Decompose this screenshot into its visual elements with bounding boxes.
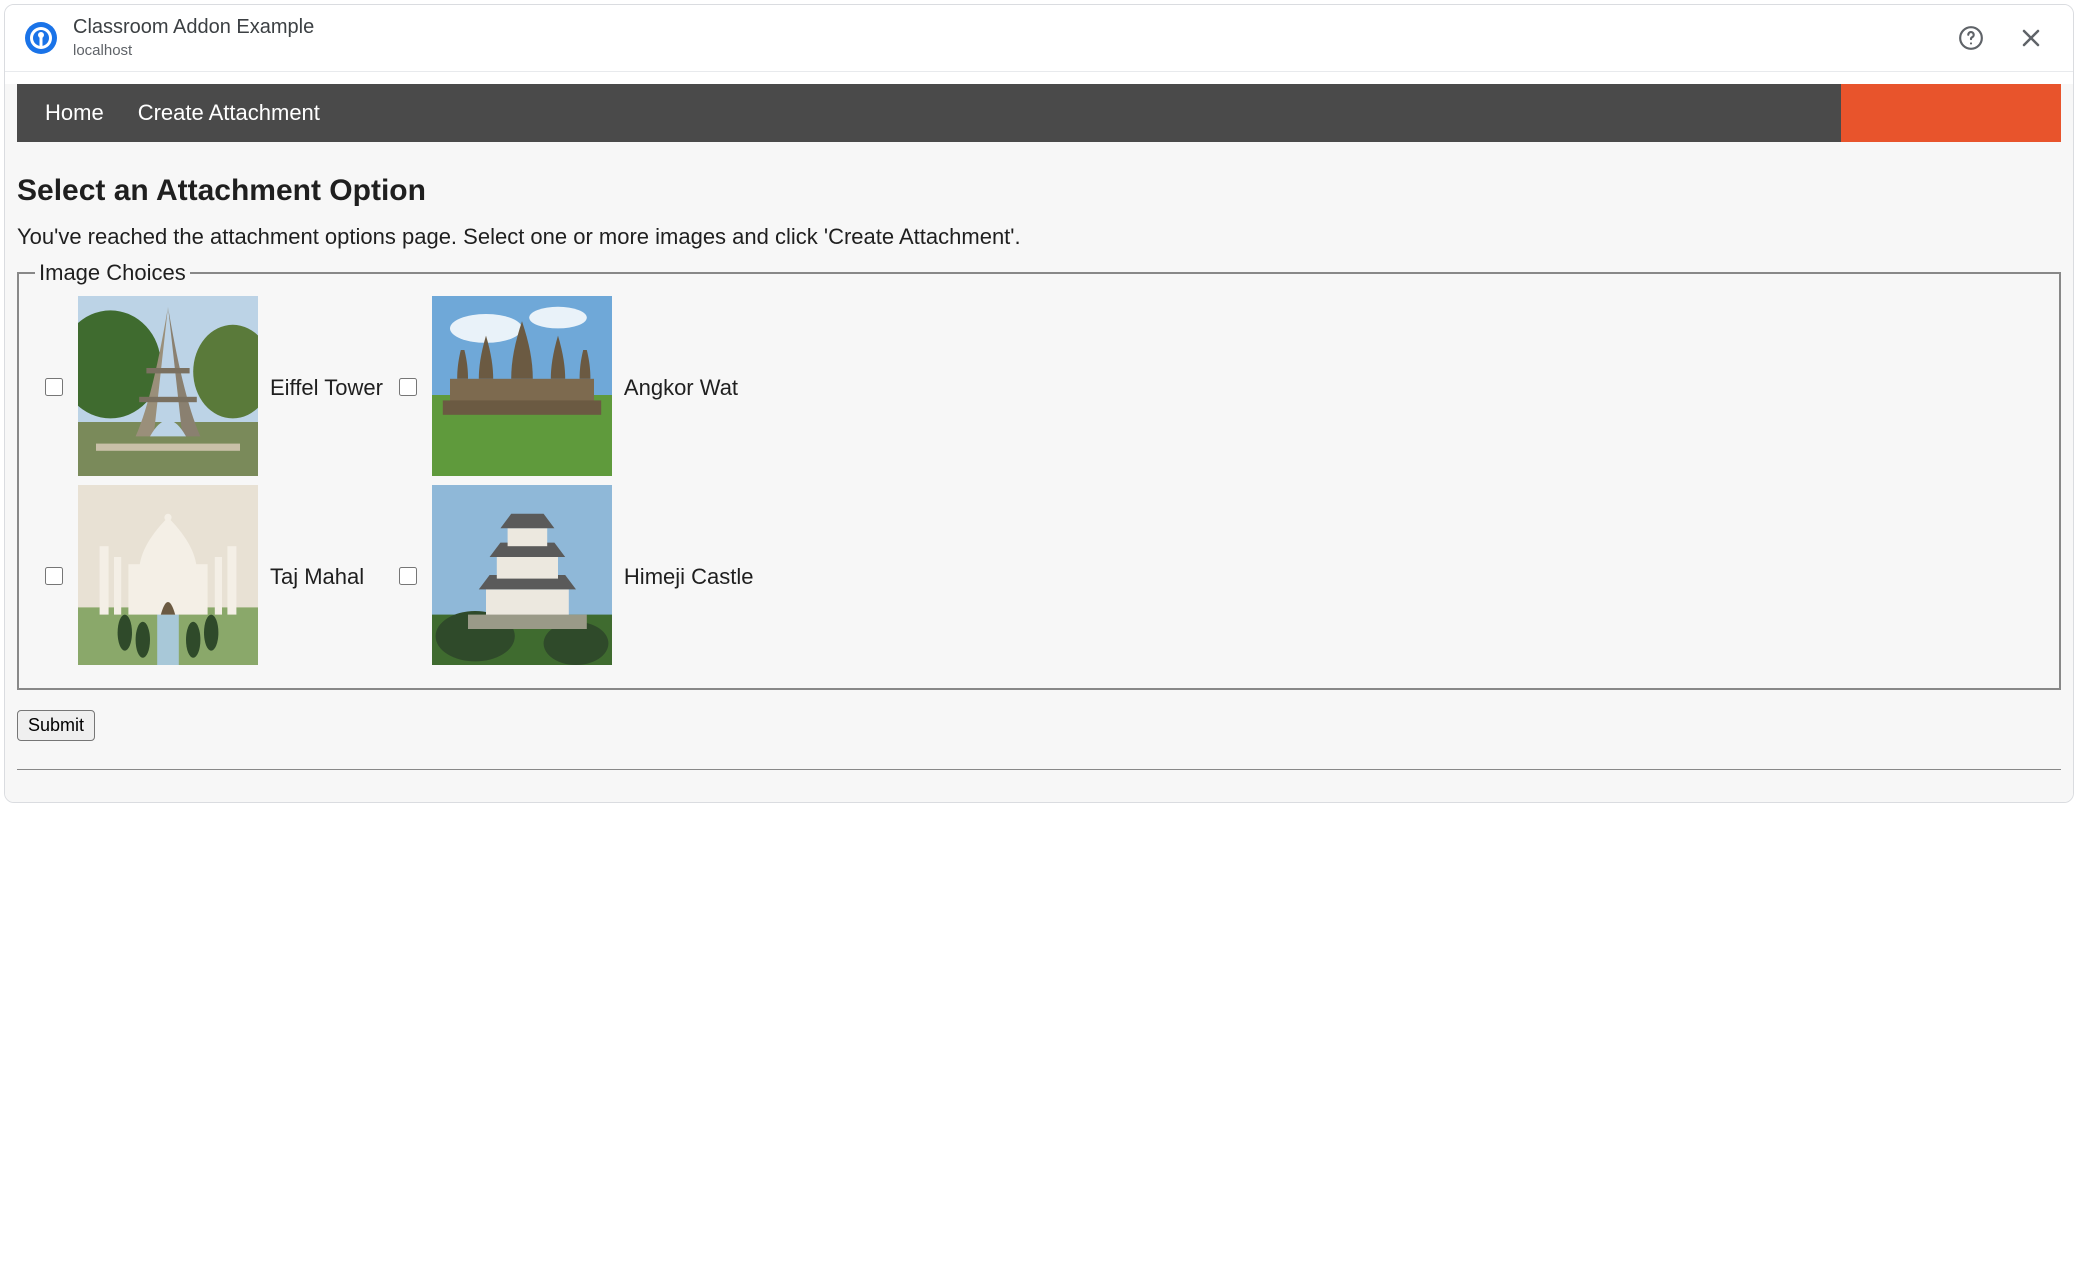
choice-thumbnail-angkor-wat <box>432 296 612 476</box>
table-row: Taj Mahal <box>35 483 760 672</box>
dialog-content: Home Create Attachment Select an Attachm… <box>5 84 2073 802</box>
dialog-title: Classroom Addon Example <box>73 15 1939 40</box>
image-choices-fieldset: Image Choices <box>17 260 2061 690</box>
nav-spacer <box>348 84 1841 142</box>
addon-dialog: Classroom Addon Example localhost <box>4 4 2074 803</box>
choice-label-taj-mahal: Taj Mahal <box>264 483 389 672</box>
choice-checkbox-angkor-wat[interactable] <box>399 378 417 396</box>
nav-accent <box>1841 84 2061 142</box>
title-block: Classroom Addon Example localhost <box>73 15 1939 61</box>
choice-thumbnail-eiffel-tower <box>78 296 258 476</box>
navbar: Home Create Attachment <box>17 84 2061 142</box>
dialog-subtitle: localhost <box>73 42 1939 61</box>
help-icon[interactable] <box>1953 20 1989 56</box>
page-instruction: You've reached the attachment options pa… <box>17 224 2061 250</box>
page-body: Select an Attachment Option You've reach… <box>5 142 2073 802</box>
choice-label-angkor-wat: Angkor Wat <box>618 294 760 483</box>
choice-label-eiffel-tower: Eiffel Tower <box>264 294 389 483</box>
choice-label-himeji-castle: Himeji Castle <box>618 483 760 672</box>
choice-thumbnail-taj-mahal <box>78 485 258 665</box>
addon-app-icon <box>23 20 59 56</box>
nav-left: Home Create Attachment <box>17 84 348 142</box>
choice-thumbnail-himeji-castle <box>432 485 612 665</box>
page-title: Select an Attachment Option <box>17 174 2061 208</box>
title-actions <box>1953 20 2049 56</box>
nav-home[interactable]: Home <box>45 84 104 142</box>
choice-checkbox-taj-mahal[interactable] <box>45 567 63 585</box>
separator <box>17 769 2061 770</box>
table-row: Eiffel Tower <box>35 294 760 483</box>
choice-checkbox-himeji-castle[interactable] <box>399 567 417 585</box>
image-choices-table: Eiffel Tower <box>35 294 760 672</box>
nav-create-attachment[interactable]: Create Attachment <box>138 84 320 142</box>
close-icon[interactable] <box>2013 20 2049 56</box>
submit-button[interactable]: Submit <box>17 710 95 741</box>
image-choices-legend: Image Choices <box>35 260 190 286</box>
dialog-titlebar: Classroom Addon Example localhost <box>5 5 2073 72</box>
choice-checkbox-eiffel-tower[interactable] <box>45 378 63 396</box>
